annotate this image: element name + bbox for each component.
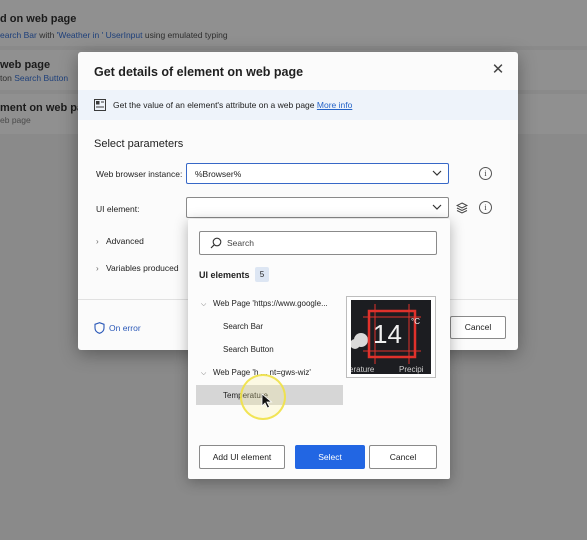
chevron-down-icon: [432, 204, 442, 210]
variables-produced-expander[interactable]: › Variables produced: [96, 263, 179, 273]
flow-action-card[interactable]: d on web page earch Bar with 'Weather in…: [0, 0, 587, 46]
chevron-down-icon: ⌵: [201, 301, 207, 308]
flow-action-subtitle: ton Search Button: [0, 73, 69, 83]
on-error-label: On error: [109, 323, 141, 333]
preview-screenshot: 14 °C erature Precipi: [351, 300, 431, 374]
tree-item-search-bar[interactable]: Search Bar: [223, 322, 263, 331]
ui-elements-count-badge: 5: [255, 267, 269, 282]
layers-icon[interactable]: [456, 202, 468, 214]
search-icon: [210, 237, 222, 249]
advanced-expander[interactable]: › Advanced: [96, 236, 144, 246]
flow-action-subtitle: eb page: [0, 115, 31, 125]
ui-element-dropdown[interactable]: [186, 197, 449, 218]
tree-group-web-page[interactable]: ⌵ Web Page 'https://www.google...: [201, 299, 328, 309]
chevron-right-icon: ›: [96, 264, 99, 273]
on-error-button[interactable]: On error: [94, 322, 141, 334]
ui-element-label: UI element:: [96, 204, 140, 214]
tree-item-search-button[interactable]: Search Button: [223, 345, 274, 354]
ui-elements-heading: UI elements: [199, 270, 250, 280]
ui-element-picker: UI elements 5 ⌵Web Page 'https://www.goo…: [188, 219, 450, 479]
chevron-right-icon: ›: [96, 237, 99, 246]
section-title: Select parameters: [94, 138, 184, 150]
shield-icon: [94, 322, 105, 334]
dialog-title: Get details of element on web page: [94, 65, 304, 79]
flow-action-title: ment on web pag: [0, 102, 90, 114]
flow-action-subtitle: earch Bar with 'Weather in ' UserInput u…: [0, 30, 228, 40]
more-info-link[interactable]: More info: [317, 100, 352, 110]
search-input[interactable]: [227, 236, 427, 250]
preview-value: 14: [373, 319, 402, 349]
info-icon[interactable]: i: [479, 167, 492, 180]
chevron-down-icon: [432, 170, 442, 176]
picker-cancel-button[interactable]: Cancel: [369, 445, 437, 469]
dialog-cancel-button[interactable]: Cancel: [450, 316, 506, 339]
preview-unit: °C: [411, 317, 420, 326]
preview-caption-right: Precipi: [399, 365, 424, 374]
picker-search-box[interactable]: [199, 231, 437, 255]
web-browser-dropdown[interactable]: %Browser%: [186, 163, 449, 184]
info-icon[interactable]: i: [479, 201, 492, 214]
flow-action-title: d on web page: [0, 13, 77, 25]
element-preview: 14 °C erature Precipi: [346, 296, 436, 378]
web-browser-label: Web browser instance:: [96, 169, 183, 179]
chevron-down-icon: ⌵: [201, 370, 207, 377]
preview-caption-left: erature: [351, 365, 375, 374]
select-button[interactable]: Select: [295, 445, 365, 469]
info-bar: Get the value of an element's attribute …: [78, 90, 518, 120]
action-info-icon: [94, 99, 106, 111]
flow-action-title: web page: [0, 59, 51, 71]
web-browser-value: %Browser%: [195, 169, 242, 179]
add-ui-element-button[interactable]: Add UI element: [199, 445, 285, 469]
mouse-pointer-icon: [261, 393, 273, 409]
close-icon[interactable]: ✕: [490, 62, 506, 78]
info-text: Get the value of an element's attribute …: [113, 100, 353, 110]
